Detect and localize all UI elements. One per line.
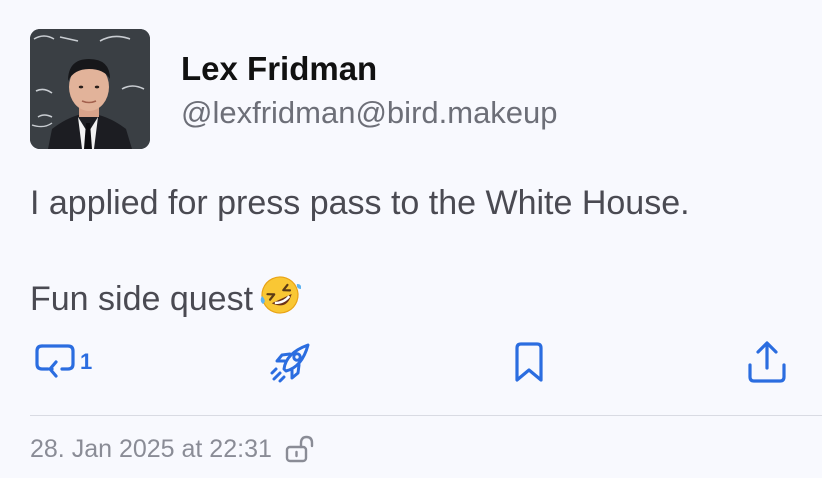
bookmark-button[interactable] (506, 338, 552, 386)
avatar[interactable] (30, 29, 150, 149)
share-button[interactable] (744, 338, 790, 386)
boost-button[interactable] (268, 338, 314, 386)
profile-photo (30, 29, 150, 149)
post-metadata: 28. Jan 2025 at 22:31 (30, 434, 314, 464)
author-display-name[interactable]: Lex Fridman (181, 50, 377, 88)
bookmark-icon (506, 339, 552, 385)
post-card: Lex Fridman @lexfridman@bird.makeup I ap… (0, 0, 822, 478)
reply-button[interactable]: 1 (32, 338, 92, 386)
post-text-line: Fun side quest (30, 274, 302, 325)
rolling-on-floor-laughing-emoji-icon (259, 274, 302, 325)
divider (30, 415, 822, 416)
author-handle[interactable]: @lexfridman@bird.makeup (181, 95, 558, 131)
rocket-icon (268, 339, 314, 385)
post-timestamp: 28. Jan 2025 at 22:31 (30, 434, 272, 463)
share-icon (744, 339, 790, 385)
unlock-icon (284, 434, 314, 464)
post-text-line-content: Fun side quest (30, 280, 254, 318)
reply-icon (32, 339, 78, 385)
reply-count: 1 (80, 349, 93, 374)
post-text-line: I applied for press pass to the White Ho… (30, 184, 690, 222)
